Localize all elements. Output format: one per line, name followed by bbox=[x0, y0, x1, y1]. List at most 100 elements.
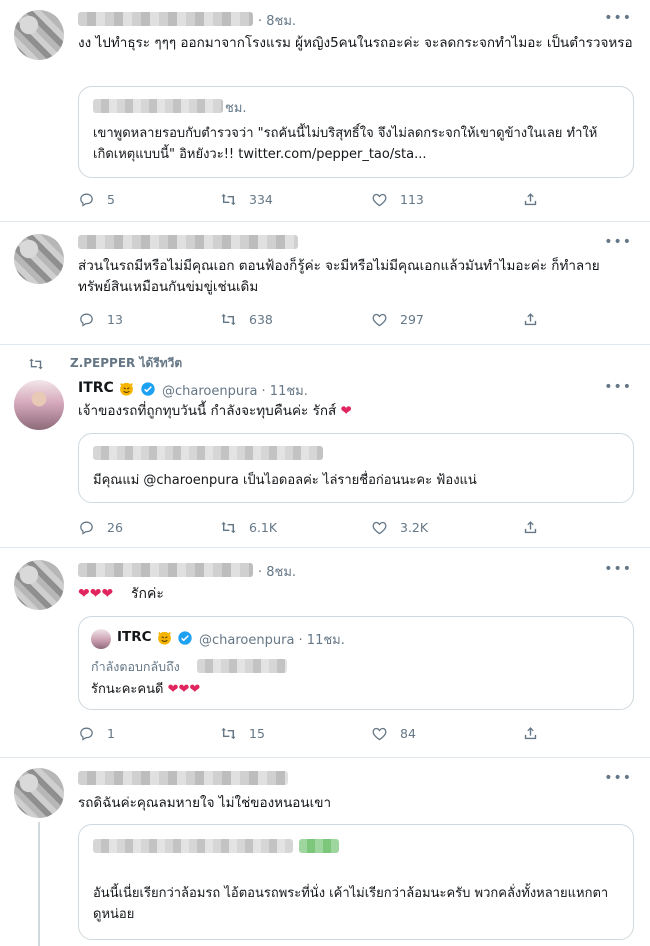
tweet-timeline: · 8ชม. ••• งง ไปทำธุระ ๆๆๆ ออกมาจากโรงแร… bbox=[0, 0, 650, 946]
share-icon bbox=[524, 521, 537, 534]
like-count: 3.2K bbox=[400, 520, 429, 535]
reply-count: 26 bbox=[107, 520, 123, 535]
retweet-button[interactable]: 15 bbox=[220, 725, 265, 742]
red-heart-emoji: ❤❤❤ bbox=[78, 586, 114, 602]
reply-button[interactable]: 26 bbox=[78, 519, 123, 536]
retweet-icon bbox=[221, 193, 236, 206]
tweet-text: งง ไปทำธุระ ๆๆๆ ออกมาจากโรงแรม ผู้หญิง5ค… bbox=[78, 35, 633, 51]
quoted-author-blurred bbox=[93, 839, 293, 853]
reply-count: 13 bbox=[107, 312, 123, 327]
thread-connector-line bbox=[38, 822, 40, 946]
retweet-button[interactable]: 638 bbox=[220, 311, 273, 328]
heart-icon bbox=[372, 193, 387, 207]
tweet-time[interactable]: · 8ชม. bbox=[258, 561, 296, 582]
share-button[interactable] bbox=[522, 191, 551, 208]
author-name-blurred[interactable] bbox=[78, 771, 288, 785]
author-handle[interactable]: @charoenpura · 11ชม. bbox=[162, 380, 308, 401]
avatar[interactable] bbox=[14, 380, 64, 430]
replying-to-handle-blurred bbox=[197, 659, 287, 673]
quoted-tweet-text: รักนะคะคนดี ❤❤❤ bbox=[91, 679, 611, 700]
reply-icon bbox=[80, 313, 93, 327]
retweet-icon bbox=[221, 313, 236, 326]
author-display-name[interactable]: ITRC bbox=[78, 380, 114, 396]
retweet-count: 334 bbox=[249, 192, 273, 207]
share-icon bbox=[524, 313, 537, 326]
share-button[interactable] bbox=[522, 725, 551, 742]
quoted-tweet[interactable]: ชม. เขาพูดหลายรอบกับตำรวจว่า "รถคันนี้ไม… bbox=[78, 86, 634, 178]
more-options-icon[interactable]: ••• bbox=[604, 10, 632, 26]
like-count: 113 bbox=[400, 192, 424, 207]
tweet-1[interactable]: · 8ชม. ••• งง ไปทำธุระ ๆๆๆ ออกมาจากโรงแร… bbox=[0, 0, 650, 222]
retweet-button[interactable]: 6.1K bbox=[220, 519, 277, 536]
like-button[interactable]: 297 bbox=[371, 311, 424, 328]
quoted-tweet[interactable]: ITRC @charoenpura · 11ชม. กำลังตอบกลับถึ… bbox=[78, 616, 634, 710]
tweet-actions: 13 638 297 bbox=[78, 311, 548, 331]
avatar[interactable] bbox=[14, 234, 64, 284]
tweet-time[interactable]: · 8ชม. bbox=[258, 10, 296, 31]
tweet-actions: 5 334 113 bbox=[78, 191, 548, 211]
heart-icon bbox=[372, 313, 387, 327]
more-options-icon[interactable]: ••• bbox=[604, 561, 632, 577]
reply-button[interactable]: 1 bbox=[78, 725, 115, 742]
share-button[interactable] bbox=[522, 519, 551, 536]
avatar[interactable] bbox=[14, 10, 64, 60]
reply-button[interactable]: 5 bbox=[78, 191, 115, 208]
quoted-author-handle: @charoenpura · 11ชม. bbox=[199, 633, 345, 648]
retweet-count: 6.1K bbox=[249, 520, 278, 535]
tweet-text-body: รักค่ะ bbox=[131, 586, 164, 602]
share-button[interactable] bbox=[522, 311, 551, 328]
tweet-text-body: เจ้าของรถที่ถูกทุบวันนี้ กำลังจะทุบคืนค่… bbox=[78, 403, 337, 419]
quoted-tweet-text: เขาพูดหลายรอบกับตำรวจว่า "รถคันนี้ไม่บริ… bbox=[93, 126, 598, 162]
quoted-tweet-text: อันนี้เนี่ยเรียกว่าล้อมรถ ไอ้ตอนรถพระที่… bbox=[93, 886, 609, 922]
tweet-actions: 26 6.1K 3.2K bbox=[78, 519, 548, 539]
reply-button[interactable]: 13 bbox=[78, 311, 123, 328]
retweet-icon bbox=[221, 521, 236, 534]
retweet-icon bbox=[221, 727, 236, 740]
like-button[interactable]: 84 bbox=[371, 725, 416, 742]
retweet-button[interactable]: 334 bbox=[220, 191, 273, 208]
red-heart-emoji: ❤❤❤ bbox=[167, 682, 201, 697]
quoted-author-name: ITRC bbox=[117, 629, 152, 645]
quoted-tweet[interactable]: มีคุณแม่ @charoenpura เป็นไอดอลค่ะ ไล่รา… bbox=[78, 433, 634, 503]
red-heart-emoji: ❤ bbox=[340, 403, 352, 419]
author-name-blurred[interactable] bbox=[78, 12, 253, 26]
quoted-tweet[interactable]: อันนี้เนี่ยเรียกว่าล้อมรถ ไอ้ตอนรถพระที่… bbox=[78, 824, 634, 940]
more-options-icon[interactable]: ••• bbox=[604, 379, 632, 395]
reply-icon bbox=[80, 727, 93, 741]
verified-badge-icon bbox=[141, 382, 155, 396]
tweet-2[interactable]: ••• ส่วนในรถมีหรือไม่มีคุณเอก ตอนฟ้องก็ร… bbox=[0, 222, 650, 345]
tweet-text: ❤❤❤ รักค่ะ bbox=[78, 584, 638, 605]
tweet-text: ส่วนในรถมีหรือไม่มีคุณเอก ตอนฟ้องก็รู้ค่… bbox=[78, 258, 600, 295]
share-icon bbox=[524, 727, 537, 740]
reply-icon bbox=[80, 521, 93, 535]
heart-icon bbox=[372, 521, 387, 535]
quoted-emoji-blurred bbox=[299, 839, 339, 853]
retweet-count: 638 bbox=[249, 312, 273, 327]
reply-count: 5 bbox=[107, 192, 115, 207]
avatar[interactable] bbox=[14, 768, 64, 818]
like-button[interactable]: 3.2K bbox=[371, 519, 428, 536]
tweet-5[interactable]: ••• รถดิฉันค่ะคุณลมหายใจ ไม่ใช่ของหนอนเข… bbox=[0, 758, 650, 946]
author-name-blurred[interactable] bbox=[78, 235, 298, 249]
tweet-actions: 1 15 84 bbox=[78, 725, 548, 745]
share-icon bbox=[524, 193, 537, 206]
tweet-4[interactable]: · 8ชม. ••• ❤❤❤ รักค่ะ ITRC @charoenpura … bbox=[0, 548, 650, 758]
more-options-icon[interactable]: ••• bbox=[604, 770, 632, 786]
tweet-text: รถดิฉันค่ะคุณลมหายใจ ไม่ใช่ของหนอนเขา bbox=[78, 795, 332, 811]
like-button[interactable]: 113 bbox=[371, 191, 424, 208]
smiling-devil-emoji bbox=[158, 631, 171, 645]
quoted-author-avatar bbox=[91, 629, 111, 649]
more-options-icon[interactable]: ••• bbox=[604, 234, 632, 250]
replying-to-label: กำลังตอบกลับถึง bbox=[91, 659, 180, 674]
quoted-author-blurred bbox=[93, 446, 323, 460]
reply-icon bbox=[80, 193, 93, 207]
reply-count: 1 bbox=[107, 726, 115, 741]
tweet-3[interactable]: ITRC @charoenpura · 11ชม. ••• เจ้าของรถท… bbox=[0, 345, 650, 548]
verified-badge-icon bbox=[178, 631, 192, 645]
avatar[interactable] bbox=[14, 560, 64, 610]
author-name-blurred[interactable] bbox=[78, 563, 253, 577]
quoted-tweet-text-body: รักนะคะคนดี bbox=[91, 682, 164, 697]
tweet-text: เจ้าของรถที่ถูกทุบวันนี้ กำลังจะทุบคืนค่… bbox=[78, 401, 638, 422]
quoted-author-blurred bbox=[93, 99, 223, 113]
quoted-tweet-time: ชม. bbox=[225, 101, 247, 116]
